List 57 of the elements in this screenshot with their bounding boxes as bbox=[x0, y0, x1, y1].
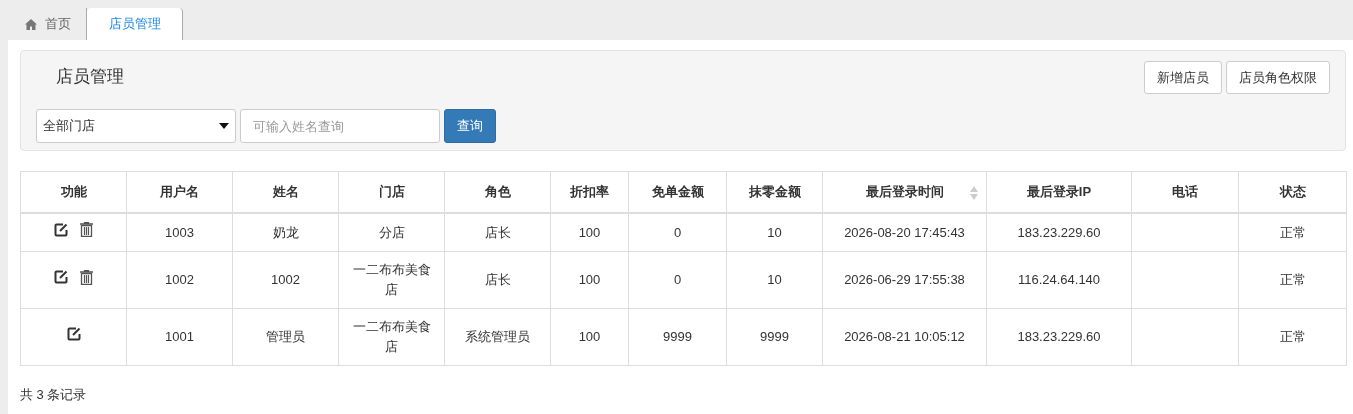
column-header: 折扣率 bbox=[550, 171, 629, 213]
table-cell: 100 bbox=[550, 308, 629, 366]
home-icon bbox=[25, 18, 37, 30]
table-cell: 1003 bbox=[126, 213, 233, 252]
column-header: 抹零金额 bbox=[726, 171, 823, 213]
column-header: 功能 bbox=[20, 171, 127, 213]
table-cell: 0 bbox=[628, 251, 727, 309]
table-cell: 1002 bbox=[232, 251, 339, 309]
tab[interactable]: 店员管理 bbox=[87, 8, 183, 40]
table-cell: 100 bbox=[550, 251, 629, 309]
edit-icon[interactable] bbox=[66, 327, 81, 341]
table-cell: 0 bbox=[628, 213, 727, 252]
table-cell: 10 bbox=[726, 251, 823, 309]
table-cell: 116.24.64.140 bbox=[986, 251, 1132, 309]
table-cell: 一二布布美食店 bbox=[338, 308, 445, 366]
table-cell: 管理员 bbox=[232, 308, 339, 366]
panel-title: 店员管理 bbox=[56, 66, 124, 88]
table-cell: 1001 bbox=[126, 308, 233, 366]
column-header: 门店 bbox=[338, 171, 445, 213]
record-count: 共 3 条记录 bbox=[20, 386, 88, 404]
caret-icon bbox=[219, 123, 229, 129]
table-cell: 9999 bbox=[628, 308, 727, 366]
table-cell: 正常 bbox=[1238, 251, 1347, 309]
table-cell: 2026-06-29 17:55:38 bbox=[822, 251, 987, 309]
table-cell: 一二布布美食店 bbox=[338, 251, 445, 309]
trash-icon[interactable] bbox=[80, 222, 93, 238]
trash-icon[interactable] bbox=[80, 269, 93, 285]
table-cell: 正常 bbox=[1238, 308, 1347, 366]
table-cell: 店长 bbox=[444, 213, 551, 252]
table-cell: 分店 bbox=[338, 213, 445, 252]
column-header: 角色 bbox=[444, 171, 551, 213]
column-header: 电话 bbox=[1131, 171, 1239, 213]
table-cell: 183.23.229.60 bbox=[986, 213, 1132, 252]
column-header: 免单金额 bbox=[628, 171, 727, 213]
toolbar-button[interactable]: 店员角色权限 bbox=[1226, 61, 1330, 94]
table-cell: 系统管理员 bbox=[444, 308, 551, 366]
table-cell: 奶龙 bbox=[232, 213, 339, 252]
table-cell: 183.23.229.60 bbox=[986, 308, 1132, 366]
toolbar-button[interactable]: 新增店员 bbox=[1144, 61, 1222, 94]
table-cell: 10 bbox=[726, 213, 823, 252]
column-header: 最后登录IP bbox=[986, 171, 1132, 213]
store-select[interactable]: 全部门店 bbox=[36, 109, 236, 143]
table-cell: 100 bbox=[550, 213, 629, 252]
column-header: 姓名 bbox=[232, 171, 339, 213]
edit-icon[interactable] bbox=[54, 270, 68, 285]
column-header: 状态 bbox=[1238, 171, 1347, 213]
table-cell: 1002 bbox=[126, 251, 233, 309]
column-header[interactable]: 最后登录时间 bbox=[822, 171, 987, 213]
table-cell: 店长 bbox=[444, 251, 551, 309]
query-button[interactable]: 查询 bbox=[444, 109, 496, 143]
table-cell: 正常 bbox=[1238, 213, 1347, 252]
column-header: 用户名 bbox=[126, 171, 233, 213]
table-cell: 2026-08-21 10:05:12 bbox=[822, 308, 987, 366]
table-cell: 2026-08-20 17:45:43 bbox=[822, 213, 987, 252]
name-search-field[interactable]: 可输入姓名查询 bbox=[240, 109, 440, 143]
edit-icon[interactable] bbox=[54, 222, 68, 237]
table-cell: 9999 bbox=[726, 308, 823, 366]
